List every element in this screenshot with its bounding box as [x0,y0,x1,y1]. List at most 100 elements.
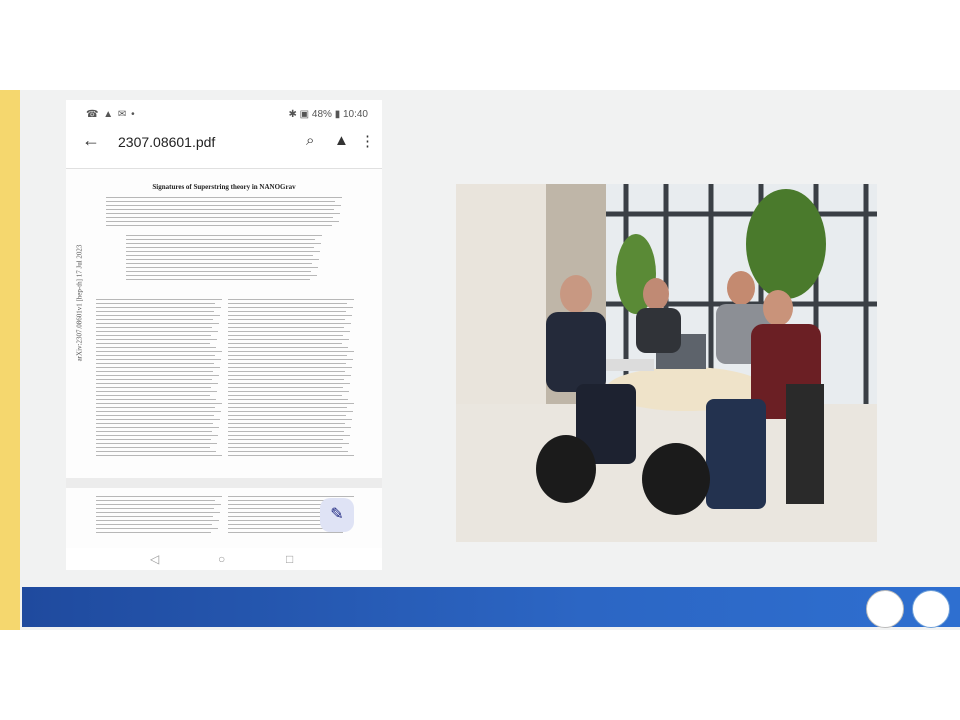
text-line [228,431,344,432]
text-line [126,279,310,280]
text-line [96,512,220,513]
text-line [228,315,352,316]
status-bar: ☎ ▲ ✉ • ✱ ▣ 48% ▮ 10:40 [66,100,382,126]
text-line [228,387,343,388]
text-line [228,363,346,364]
text-line [96,516,213,517]
text-line [228,383,350,384]
text-line [96,335,211,336]
text-line [228,371,345,372]
text-line [96,496,222,497]
text-line [228,327,344,328]
text-line [228,403,354,404]
text-line [228,407,347,408]
text-line [96,359,221,360]
team-photo [456,184,877,542]
text-line [96,419,220,420]
text-line [96,339,217,340]
text-line [228,455,354,456]
text-line [228,343,342,344]
text-line [96,395,210,396]
text-line [228,451,348,452]
text-line [228,447,342,448]
text-line [106,205,341,206]
text-line [228,351,354,352]
nav-back-icon[interactable]: ◁ [150,552,159,566]
text-line [96,303,215,304]
text-line [106,201,335,202]
text-line [96,371,213,372]
text-line [228,532,343,533]
text-line [96,443,217,444]
text-line [96,528,218,529]
text-line [96,532,211,533]
group-logo [912,590,950,628]
text-line [96,399,216,400]
text-line [96,431,212,432]
android-nav-bar: ◁ ○ □ [66,550,382,570]
text-line [228,415,346,416]
text-line [96,331,218,332]
text-line [96,427,219,428]
text-line [228,367,352,368]
text-line [126,255,313,256]
text-line [96,500,215,501]
text-line [228,496,354,497]
text-line [126,251,320,252]
text-line [228,435,350,436]
text-line [126,263,312,264]
text-line [96,411,221,412]
text-line [96,351,222,352]
text-line [228,399,348,400]
text-line [96,375,219,376]
text-line [96,311,214,312]
text-line [96,323,219,324]
text-line [96,327,212,328]
text-line [228,311,346,312]
text-line [96,319,213,320]
text-line [96,367,220,368]
text-line [106,221,339,222]
text-line [228,439,343,440]
annotate-pen-button[interactable]: ✎ [320,498,354,532]
text-line [126,271,311,272]
back-arrow-icon[interactable]: ← [82,130,100,151]
text-line [228,379,344,380]
slide-footer-band [22,587,960,627]
text-line [126,275,317,276]
nav-home-icon[interactable]: ○ [218,552,225,566]
text-line [96,387,211,388]
text-line [228,419,352,420]
text-line [106,225,332,226]
more-options-icon[interactable]: ⋮ [360,132,375,150]
text-line [228,335,343,336]
text-line [96,508,214,509]
text-line [106,213,340,214]
status-icons-right: ✱ ▣ 48% ▮ 10:40 [288,109,368,120]
drive-add-icon[interactable]: ▲ [334,132,349,149]
text-line [228,411,353,412]
text-line [96,455,222,456]
text-line [228,359,353,360]
text-line [106,209,334,210]
text-line [228,323,351,324]
search-icon[interactable]: ⌕ [306,132,314,149]
text-line [228,331,350,332]
text-line [96,347,216,348]
team-photo-illustration [456,184,877,542]
arxiv-stamp: arXiv:2307.08601v1 [hep-th] 17 Jul 2023 [75,244,84,362]
page-separator [66,478,382,488]
text-line [228,339,349,340]
text-line [96,355,215,356]
paper-title: Signatures of Superstring theory in NANO… [152,183,296,191]
text-line [126,243,321,244]
text-line [228,307,353,308]
text-line [96,383,218,384]
pdf-page-1: arXiv:2307.08601v1 [hep-th] 17 Jul 2023 … [66,168,382,480]
university-seal-logo [866,590,904,628]
nav-recent-icon[interactable]: □ [286,552,293,566]
text-line [96,403,222,404]
text-line [228,375,351,376]
file-name-title: 2307.08601.pdf [118,134,216,150]
text-line [96,520,219,521]
